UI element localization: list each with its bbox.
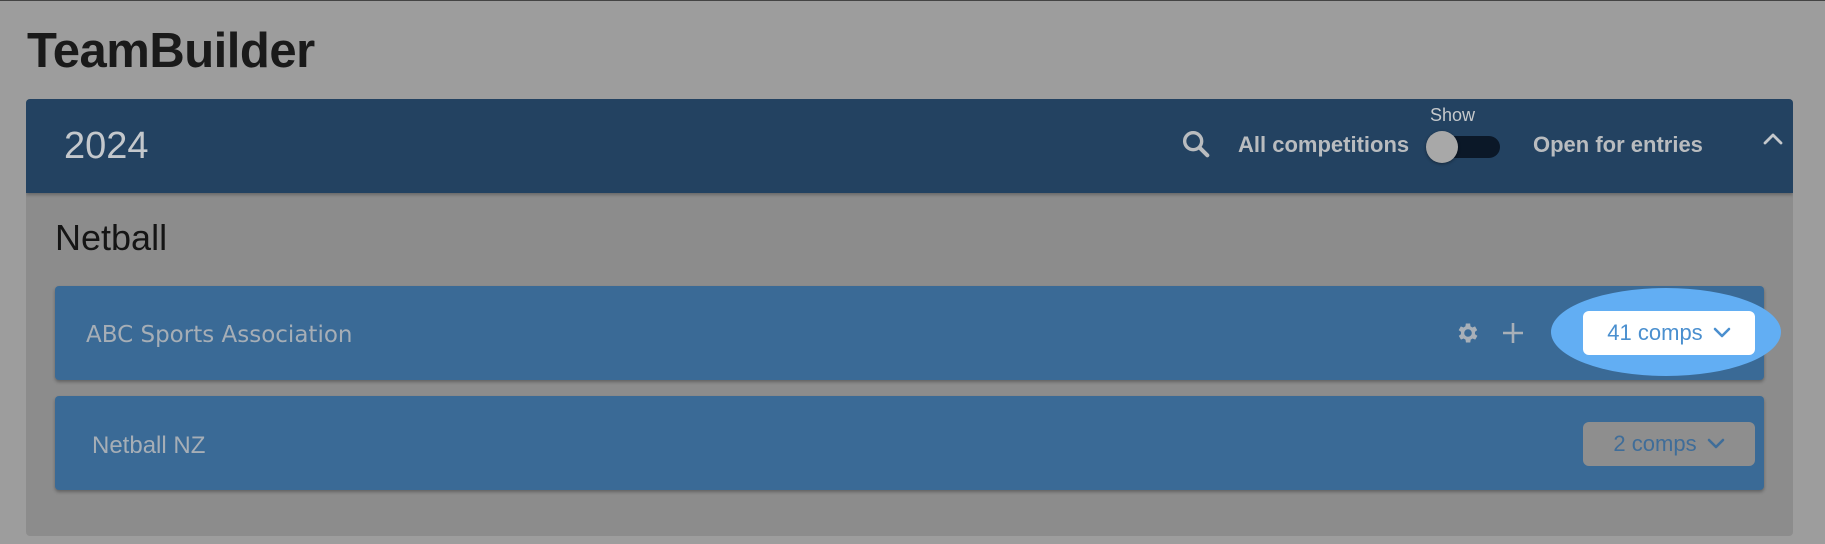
org-name: ABC Sports Association xyxy=(86,322,353,348)
org-row-netball-nz[interactable]: Netball NZ 2 comps xyxy=(55,396,1764,490)
comps-dropdown-button[interactable]: 2 comps xyxy=(1583,422,1755,466)
chevron-down-icon xyxy=(1713,327,1730,338)
show-label: Show xyxy=(1430,105,1476,125)
year-panel: 2024 All competitions Show Open for entr… xyxy=(26,99,1793,536)
chevron-down-icon xyxy=(1707,438,1724,449)
chevron-up-icon[interactable] xyxy=(1762,129,1784,147)
org-row-abc[interactable]: ABC Sports Association 41 comps xyxy=(55,286,1781,380)
app-title: TeamBuilder xyxy=(27,24,315,78)
org-name: Netball NZ xyxy=(92,432,206,459)
comps-label: 2 comps xyxy=(1613,431,1697,456)
toggle-knob[interactable] xyxy=(1426,131,1458,163)
plus-icon[interactable] xyxy=(1501,321,1525,345)
year-label: 2024 xyxy=(64,125,149,167)
search-icon[interactable] xyxy=(1179,127,1213,161)
all-competitions-label[interactable]: All competitions xyxy=(1238,132,1409,158)
open-for-entries-label[interactable]: Open for entries xyxy=(1533,132,1703,158)
comps-label: 41 comps xyxy=(1607,320,1703,345)
section-title: Netball xyxy=(55,217,168,258)
panel-header: 2024 All competitions Show Open for entr… xyxy=(26,99,1793,193)
gear-icon[interactable] xyxy=(1455,320,1481,346)
comps-dropdown-button[interactable]: 41 comps xyxy=(1583,311,1755,355)
